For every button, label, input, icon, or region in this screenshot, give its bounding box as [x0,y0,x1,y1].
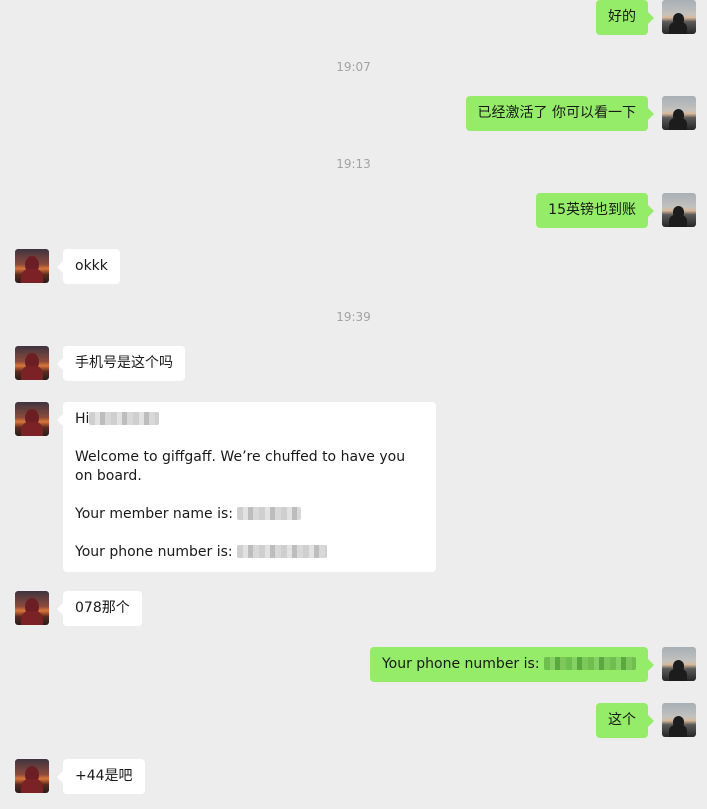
message-bubble-sent[interactable]: 已经激活了 你可以看一下 [465,96,655,131]
message-bubble-sent[interactable]: 好的 [596,0,654,35]
my-avatar[interactable] [662,703,696,737]
contact-avatar[interactable] [15,346,49,380]
message-text: 已经激活了 你可以看一下 [477,105,636,121]
greeting-line: Hi [75,410,424,429]
message-text: okkk [75,258,108,274]
message-bubble-sent[interactable]: Your phone number is: [369,647,655,682]
member-name-line: Your member name is: [75,505,424,524]
welcome-text: Welcome to giffgaff. We’re chuffed to ha… [75,449,406,484]
message-bubble-received[interactable]: +44是吧 [57,759,145,794]
message-bubble-sent[interactable]: 15英镑也到账 [536,193,654,228]
my-avatar[interactable] [662,96,696,130]
redacted-member-name [237,507,302,520]
my-avatar[interactable] [662,647,696,681]
message-text: Your phone number is: [381,656,540,672]
message-bubble-received[interactable]: 078那个 [57,591,142,626]
redacted-name [89,412,160,425]
contact-avatar[interactable] [15,591,49,625]
contact-avatar[interactable] [15,249,49,283]
my-avatar[interactable] [662,193,696,227]
redacted-phone-number [237,545,328,558]
timestamp: 19:07 [336,60,371,74]
message-bubble-received[interactable]: okkk [57,249,120,284]
message-text: 078那个 [75,600,130,616]
message-bubble-received[interactable]: Hi Welcome to giffgaff. We’re chuffed to… [57,402,436,572]
message-text: +44是吧 [75,768,133,784]
message-text: 15英镑也到账 [548,202,636,218]
contact-avatar[interactable] [15,402,49,436]
message-bubble-sent[interactable]: 这个 [596,703,654,738]
timestamp: 19:39 [336,310,371,324]
message-bubble-received[interactable]: 手机号是这个吗 [57,346,185,381]
message-text: 好的 [608,9,636,25]
contact-avatar[interactable] [15,759,49,793]
timestamp: 19:13 [336,157,371,171]
message-text: 手机号是这个吗 [75,355,173,371]
redacted-phone-number [544,657,636,670]
message-text: 这个 [608,712,636,728]
phone-number-line: Your phone number is: [75,543,424,562]
my-avatar[interactable] [662,0,696,34]
